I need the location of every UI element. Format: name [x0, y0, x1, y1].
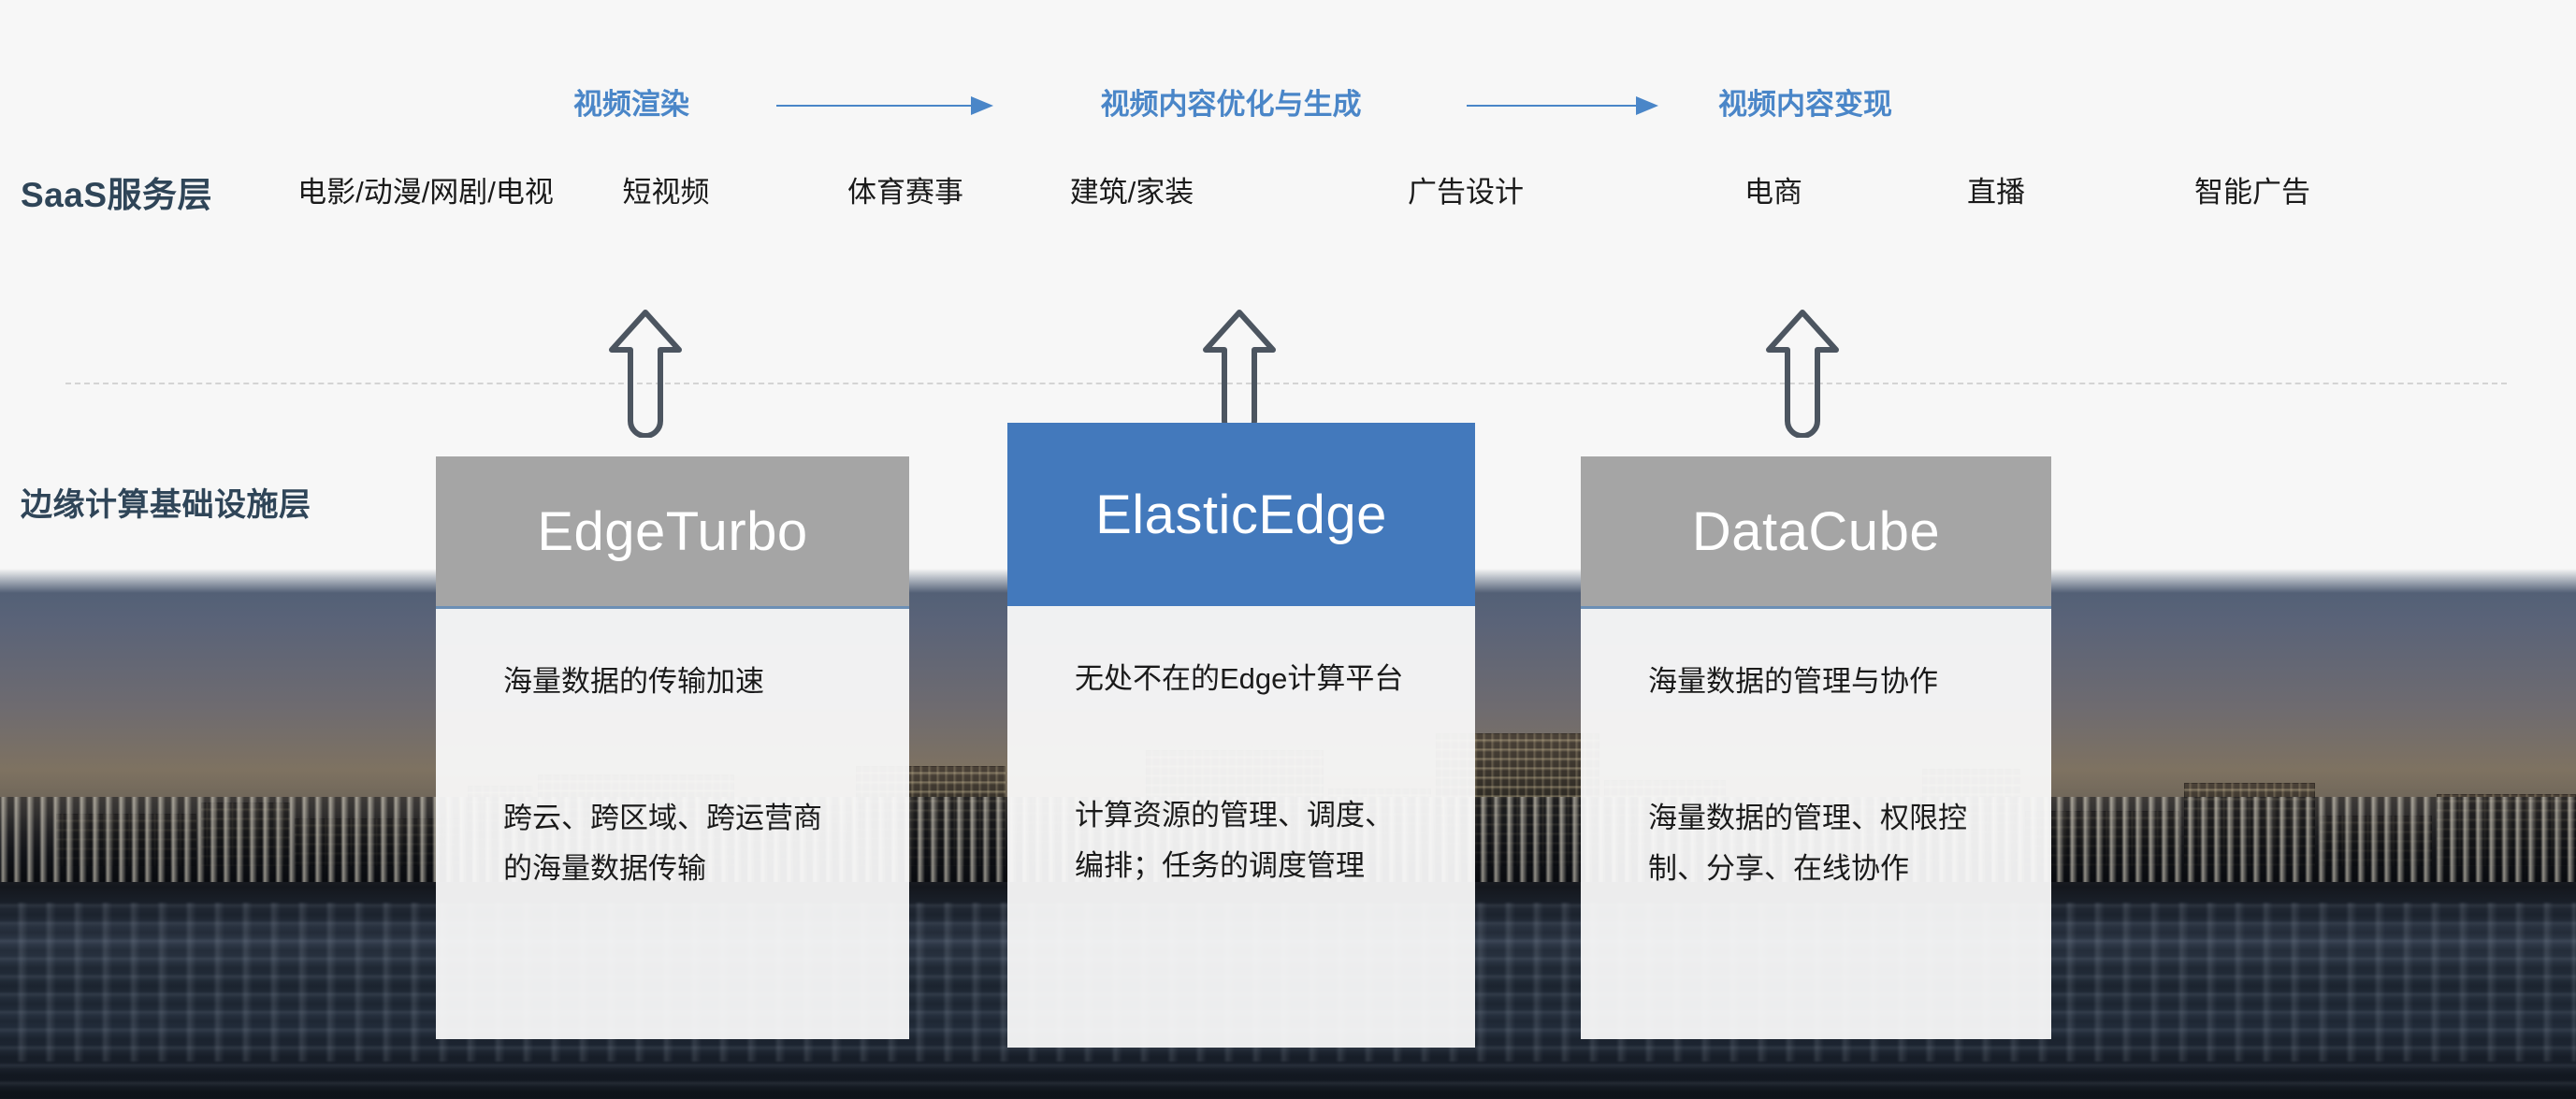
saas-service-item-3[interactable]: 体育赛事 — [847, 168, 963, 210]
arrow-right-icon — [776, 95, 993, 116]
edge-layer-label: 边缘计算基础设施层 — [21, 487, 311, 523]
product-title: 无处不在的Edge计算平台 — [1075, 662, 1404, 695]
arrow-up-icon — [606, 307, 685, 438]
product-card-elasticedge[interactable]: ElasticEdge 无处不在的Edge计算平台 计算资源的管理、调度、编排；… — [1007, 423, 1475, 1048]
product-card-edgeturbo[interactable]: EdgeTurbo 海量数据的传输加速 跨云、跨区域、跨运营商的海量数据传输 — [436, 456, 909, 1039]
saas-service-item-5[interactable]: 广告设计 — [1408, 168, 1524, 210]
saas-service-item-1[interactable]: 电影/动漫/网剧/电视 — [297, 168, 554, 210]
arrow-up-icon — [1200, 307, 1279, 438]
saas-layer-label: SaaS服务层 — [21, 176, 213, 214]
layer-divider — [65, 383, 2507, 384]
product-card-header: ElasticEdge — [1007, 423, 1475, 606]
product-card-body: 无处不在的Edge计算平台 计算资源的管理、调度、编排；任务的调度管理 — [1007, 606, 1475, 1048]
saas-service-item-6[interactable]: 电商 — [1744, 168, 1802, 210]
flow-step-label-1: 视频渲染 — [573, 88, 689, 121]
flow-step-label-2: 视频内容优化与生成 — [1100, 88, 1362, 121]
product-card-datacube[interactable]: DataCube 海量数据的管理与协作 海量数据的管理、权限控制、分享、在线协作 — [1581, 456, 2051, 1039]
product-title: 海量数据的管理与协作 — [1648, 665, 1938, 698]
product-description: 计算资源的管理、调度、编排；任务的调度管理 — [1075, 798, 1394, 883]
product-title: 海量数据的传输加速 — [503, 665, 764, 698]
infographic-slide: 视频渲染 视频内容优化与生成 视频内容变现 SaaS服务层 边缘计算基础设施层 … — [0, 0, 2576, 1099]
flow-step-label-3: 视频内容变现 — [1718, 88, 1892, 121]
arrow-up-icon — [1763, 307, 1842, 438]
product-card-header: DataCube — [1581, 456, 2051, 606]
saas-service-item-4[interactable]: 建筑/家装 — [1070, 168, 1194, 210]
product-name: DataCube — [1691, 500, 1941, 562]
saas-service-item-7[interactable]: 直播 — [1967, 168, 2025, 210]
product-description: 跨云、跨区域、跨运营商的海量数据传输 — [503, 801, 822, 886]
saas-service-item-8[interactable]: 智能广告 — [2194, 168, 2310, 210]
product-name: ElasticEdge — [1095, 484, 1387, 545]
product-card-body: 海量数据的管理与协作 海量数据的管理、权限控制、分享、在线协作 — [1581, 609, 2051, 1039]
arrow-right-icon — [1467, 95, 1658, 116]
product-description: 海量数据的管理、权限控制、分享、在线协作 — [1648, 801, 1967, 886]
saas-service-item-2[interactable]: 短视频 — [623, 168, 710, 210]
product-card-body: 海量数据的传输加速 跨云、跨区域、跨运营商的海量数据传输 — [436, 609, 909, 1039]
product-name: EdgeTurbo — [537, 500, 808, 562]
product-card-header: EdgeTurbo — [436, 456, 909, 606]
